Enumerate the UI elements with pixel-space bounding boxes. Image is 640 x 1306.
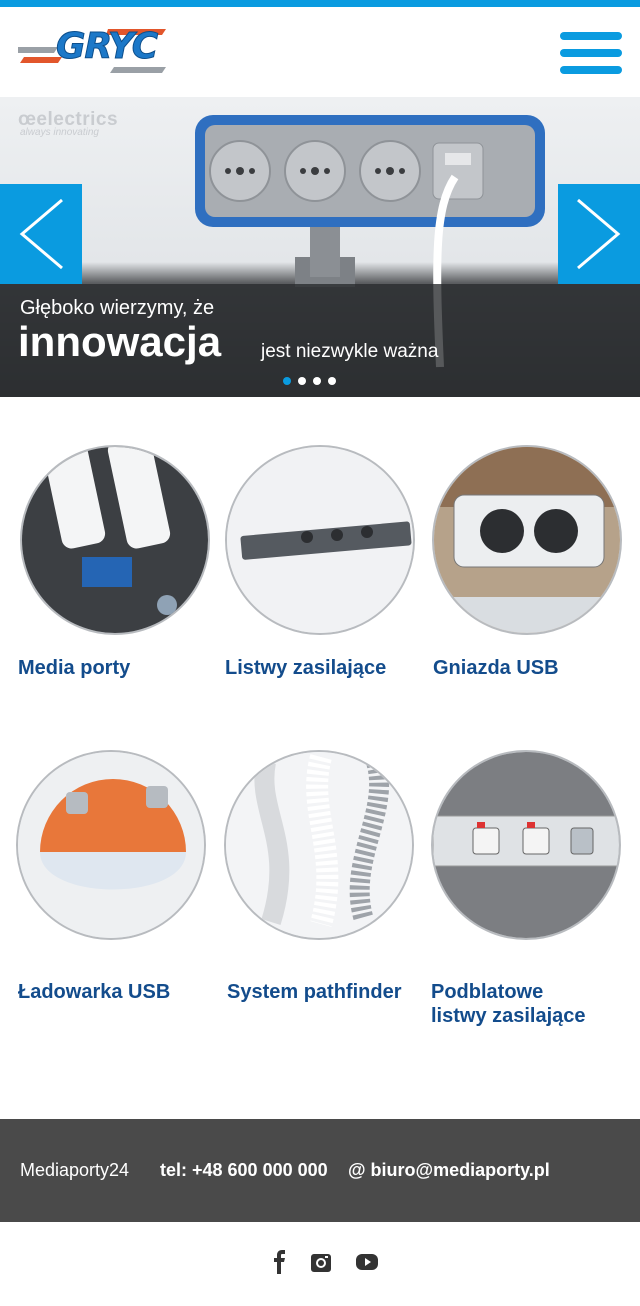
product-label: Gniazda USB bbox=[433, 657, 559, 679]
underdesk-power-strip-icon bbox=[431, 750, 621, 940]
product-label-line1: Podblatowe bbox=[431, 981, 544, 1003]
footer-phone[interactable]: tel: +48 600 000 000 bbox=[160, 1160, 328, 1181]
youtube-icon[interactable] bbox=[355, 1250, 379, 1274]
slider-dot-2[interactable] bbox=[298, 377, 306, 385]
caption-highlight: innowacja bbox=[18, 318, 222, 365]
slider-prev-button[interactable] bbox=[0, 184, 82, 284]
footer-email[interactable]: @ biuro@mediaporty.pl bbox=[348, 1160, 550, 1181]
product-label: Media porty bbox=[18, 657, 131, 679]
top-accent-bar bbox=[0, 0, 640, 7]
media-port-usb-icon bbox=[20, 445, 210, 635]
slider-dot-4[interactable] bbox=[328, 377, 336, 385]
site-header: GRYC bbox=[0, 7, 640, 97]
slide-caption: Głęboko wierzymy, że innowacja jest niez… bbox=[0, 284, 640, 397]
chevron-right-icon bbox=[577, 198, 621, 270]
usb-socket-icon bbox=[432, 445, 622, 635]
product-label: System pathfinder bbox=[227, 981, 402, 1003]
usb-charger-ball-icon bbox=[16, 750, 206, 940]
product-label: Ładowarka USB bbox=[18, 981, 171, 1003]
footer-brand: Mediaporty24 bbox=[20, 1160, 130, 1180]
caption-line1: Głęboko wierzymy, że bbox=[20, 297, 215, 319]
power-strip-icon bbox=[225, 445, 415, 635]
logo-text: GRYC bbox=[55, 26, 158, 68]
product-categories: Media porty Listwy zasilające Gniazda US… bbox=[0, 397, 640, 1117]
slider-dots bbox=[283, 377, 343, 385]
slider-dot-1[interactable] bbox=[283, 377, 291, 385]
chevron-left-icon bbox=[19, 198, 63, 270]
instagram-icon[interactable] bbox=[309, 1250, 333, 1274]
hamburger-menu-icon[interactable] bbox=[560, 32, 622, 74]
facebook-icon[interactable] bbox=[268, 1250, 292, 1274]
slider-dot-3[interactable] bbox=[313, 377, 321, 385]
social-links bbox=[0, 1222, 640, 1306]
slider-next-button[interactable] bbox=[558, 184, 640, 284]
site-footer: Mediaporty24 tel: +48 600 000 000 @ biur… bbox=[0, 1119, 640, 1222]
caption-rest: jest niezwykle ważna bbox=[261, 341, 439, 362]
site-logo[interactable]: GRYC bbox=[18, 23, 168, 79]
product-label-line2: listwy zasilające bbox=[431, 1005, 586, 1027]
cable-spine-icon bbox=[224, 750, 414, 940]
product-label: Listwy zasilające bbox=[225, 657, 387, 679]
hero-brand-tagline: always innovating bbox=[20, 127, 99, 138]
hero-slider: œelectrics always innovating Głęboko wie… bbox=[0, 97, 640, 397]
